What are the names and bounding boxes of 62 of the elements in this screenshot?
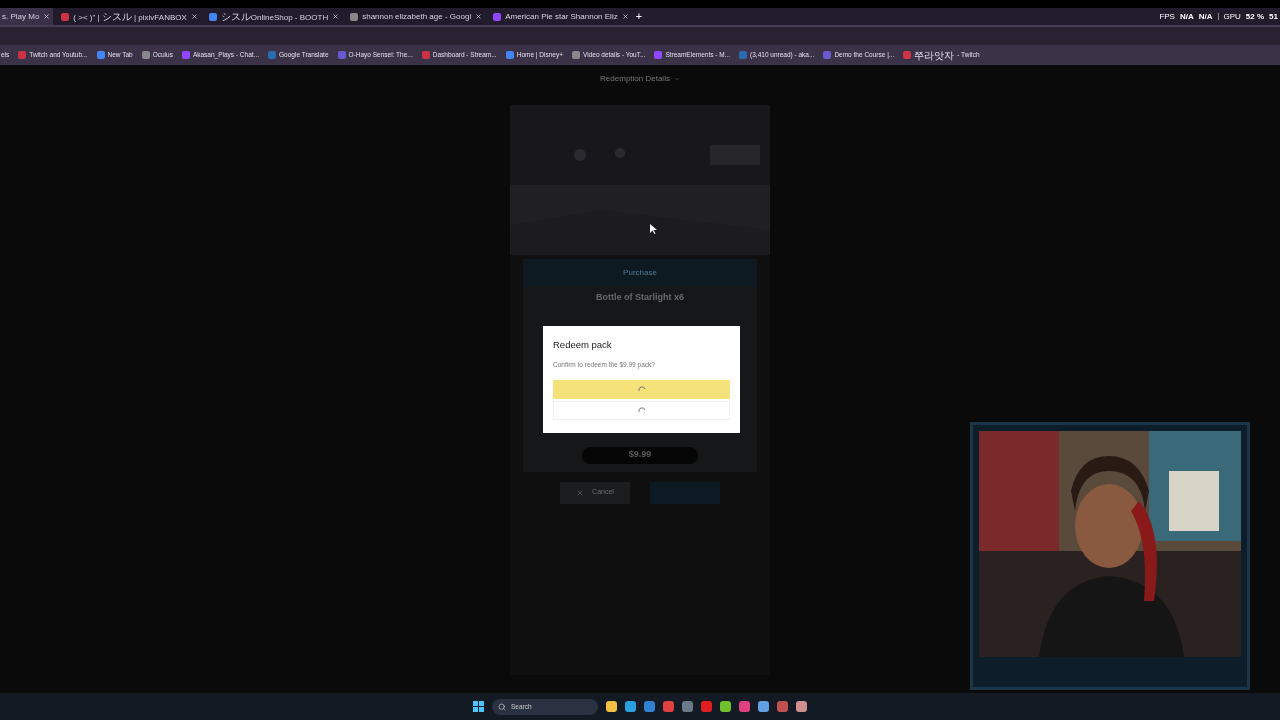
favicon-icon	[572, 51, 580, 59]
favicon-icon	[739, 51, 748, 59]
browser-tab[interactable]: シスルOnlineShop - BOOTH	[200, 8, 343, 25]
favicon-icon	[141, 51, 150, 59]
dialog-title: Redeem pack	[553, 338, 613, 352]
loading-spinner-icon	[637, 406, 646, 415]
new-tab-button[interactable]: +	[635, 8, 643, 25]
mouse-cursor-icon	[650, 224, 657, 234]
close-icon[interactable]	[190, 13, 198, 20]
fps-value: N/A	[1179, 10, 1194, 23]
taskbar-app-icon[interactable]	[625, 701, 636, 712]
favicon-icon	[18, 51, 27, 59]
loading-spinner-icon	[637, 385, 646, 394]
tab-title: American Pie star Shannon Eliz	[505, 10, 618, 23]
favicon-icon	[268, 51, 277, 59]
item-name: Bottle of Starlight x6	[596, 291, 684, 304]
tab-title: シスルOnlineShop - BOOTH	[220, 10, 329, 24]
taskbar-app-icon[interactable]	[682, 701, 693, 712]
tab-title: ( >< )" | シスル | pixivFANBOX	[73, 10, 187, 24]
fps-label: FPS	[1159, 10, 1175, 23]
taskbar-app-icon[interactable]	[758, 701, 769, 712]
favicon-icon	[823, 51, 832, 59]
taskbar-app-icon[interactable]	[739, 701, 750, 712]
tab-title: s. Play Mo	[2, 10, 40, 23]
search-icon	[498, 702, 506, 711]
gpu-extra: 51	[1269, 10, 1278, 23]
gpu-value: 52 %	[1245, 10, 1265, 23]
favicon-icon	[208, 12, 217, 21]
gpu-label: GPU	[1223, 10, 1241, 23]
taskbar-app-icon[interactable]	[777, 701, 788, 712]
taskbar-app-icon[interactable]	[720, 701, 731, 712]
browser-tab[interactable]: American Pie star Shannon Eliz	[485, 8, 632, 25]
favicon-icon	[493, 12, 502, 21]
favicon-icon	[337, 51, 346, 59]
favicon-icon	[654, 51, 663, 59]
favicon-icon	[903, 51, 912, 59]
divider	[1217, 13, 1219, 20]
taskbar-app-icon[interactable]	[701, 701, 712, 712]
browser-tab[interactable]: s. Play Mo	[0, 8, 54, 25]
favicon-icon	[181, 51, 190, 59]
favicon-icon	[505, 51, 514, 59]
close-icon[interactable]	[332, 13, 340, 20]
fps-value: N/A	[1198, 10, 1213, 23]
purchase-title: Purchase	[623, 267, 657, 279]
close-icon[interactable]	[475, 13, 483, 20]
taskbar-app-icon[interactable]	[796, 701, 807, 712]
browser-tab[interactable]: shannon elizabeth age - Googl	[342, 8, 486, 25]
browser-tab[interactable]: ( >< )" | シスル | pixivFANBOX	[53, 8, 201, 25]
close-icon	[576, 488, 585, 497]
favicon-icon	[61, 12, 70, 21]
close-icon[interactable]	[43, 13, 51, 20]
close-icon[interactable]	[621, 13, 629, 20]
taskbar-app-icon[interactable]	[644, 701, 655, 712]
tab-title: shannon elizabeth age - Googl	[362, 10, 472, 23]
taskbar-app-icon[interactable]	[663, 701, 674, 712]
taskbar-app-icon[interactable]	[606, 701, 617, 712]
favicon-icon	[96, 51, 105, 59]
caret-icon	[673, 76, 680, 82]
favicon-icon	[350, 12, 359, 21]
page-header[interactable]: Redemption Details	[600, 73, 680, 85]
start-icon[interactable]	[473, 701, 484, 712]
favicon-icon	[421, 51, 430, 59]
